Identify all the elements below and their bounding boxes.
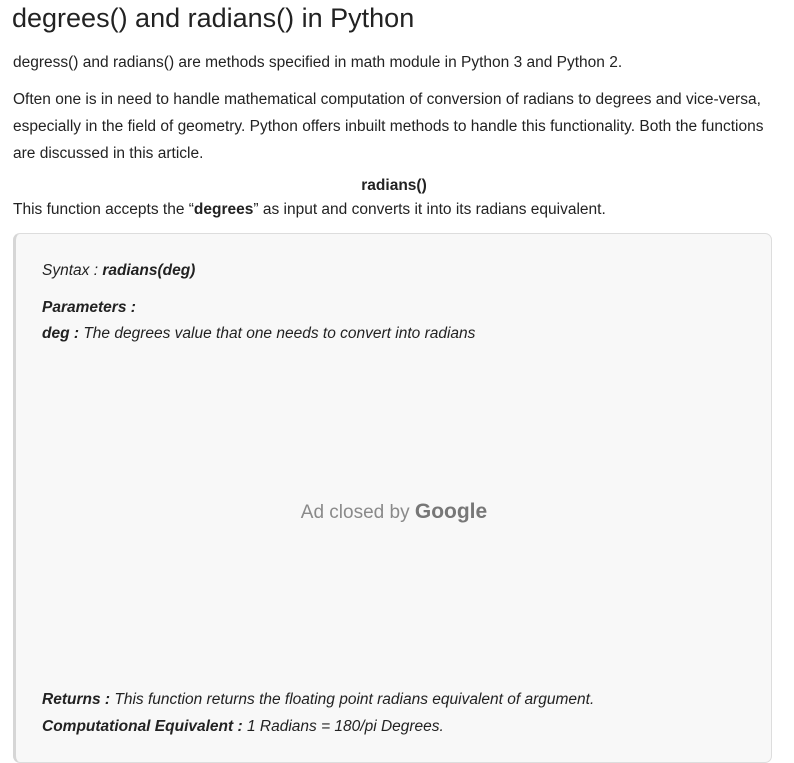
details-box: Syntax : radians(deg) Parameters : deg :… xyxy=(13,233,772,763)
ad-text: Ad closed by xyxy=(300,502,415,523)
google-logo: Google xyxy=(414,500,488,523)
computational-label: Computational Equivalent : xyxy=(42,718,243,735)
section-desc-bold: degrees xyxy=(193,201,254,218)
returns-desc: This function returns the floating point… xyxy=(110,691,595,708)
syntax-value: radians(deg) xyxy=(102,262,196,279)
syntax-label: Syntax : xyxy=(42,262,103,279)
computational-equivalent-line: Computational Equivalent : 1 Radians = 1… xyxy=(42,716,444,738)
section-heading-radians: radians() xyxy=(361,177,427,194)
section-description: This function accepts the “degrees” as i… xyxy=(13,196,606,223)
syntax-line: Syntax : radians(deg) xyxy=(42,260,195,282)
section-desc-after: ” as input and converts it into its radi… xyxy=(253,201,606,218)
parameters-label: Parameters : xyxy=(42,299,136,316)
page-title: degrees() and radians() in Python xyxy=(12,3,415,33)
overview-paragraph: Often one is in need to handle mathemati… xyxy=(13,91,764,162)
ad-closed-notice: Ad closed by Google xyxy=(16,499,772,526)
intro-paragraph: degress() and radians() are methods spec… xyxy=(13,54,623,71)
parameters-heading: Parameters : xyxy=(42,297,136,319)
param-name: deg : xyxy=(42,325,80,342)
returns-line: Returns : This function returns the floa… xyxy=(42,689,594,711)
parameter-deg-line: deg : The degrees value that one needs t… xyxy=(42,323,475,345)
section-desc-before: This function accepts the “ xyxy=(13,201,194,218)
returns-label: Returns : xyxy=(42,691,111,708)
param-desc: The degrees value that one needs to conv… xyxy=(79,325,476,342)
computational-desc: 1 Radians = 180/pi Degrees. xyxy=(242,718,444,735)
